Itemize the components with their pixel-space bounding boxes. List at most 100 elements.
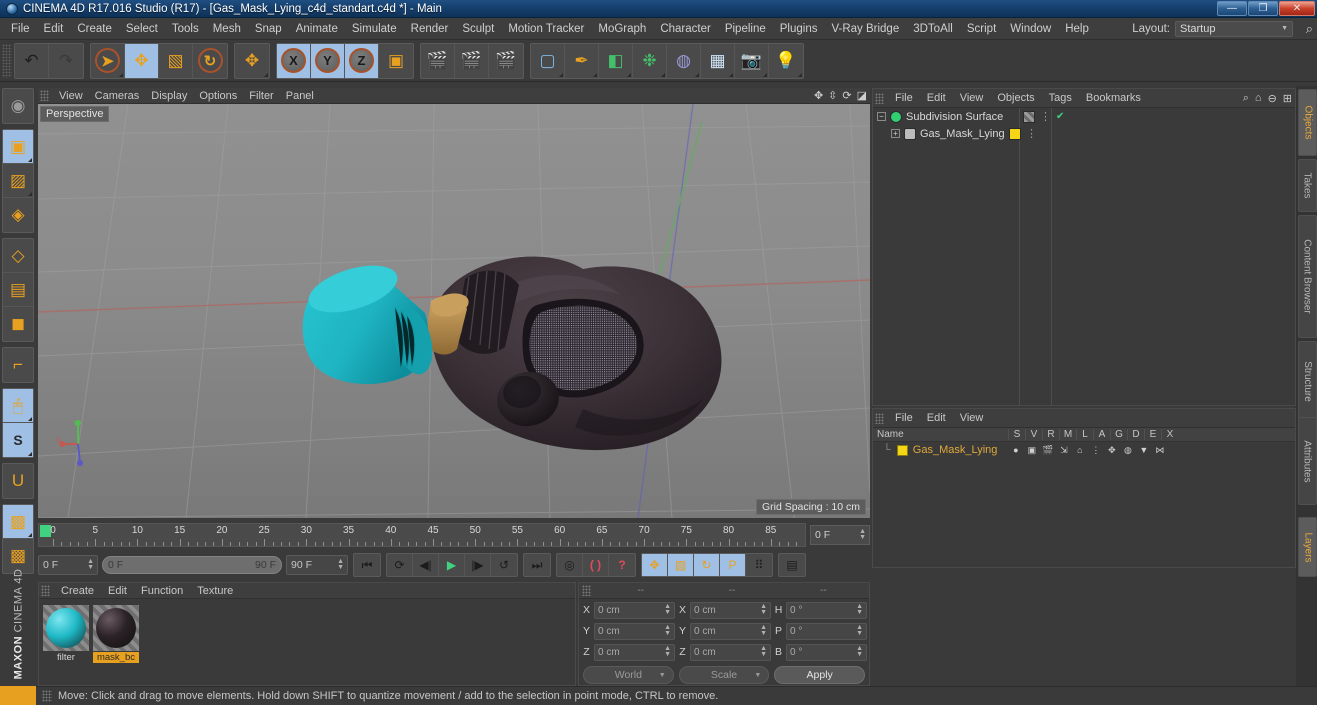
menu-character[interactable]: Character	[653, 21, 718, 37]
play-forward-button[interactable]: ▶	[439, 554, 465, 576]
material-menu-texture[interactable]: Texture	[190, 585, 240, 597]
render-region-button[interactable]: 🎬	[455, 43, 489, 78]
stepper-icon[interactable]: ▲ ▼	[664, 603, 671, 616]
menu-snap[interactable]: Snap	[248, 21, 289, 37]
object-row[interactable]: + Gas_Mask_Lying ⋮	[873, 125, 1295, 142]
timeline-frame-field[interactable]: 0 F ▲ ▼	[810, 525, 870, 545]
stepper-icon[interactable]: ▲ ▼	[87, 558, 94, 571]
point-mode-button[interactable]: ◇	[3, 239, 33, 273]
play-backward-button[interactable]: ⟳	[387, 554, 413, 576]
menu-script[interactable]: Script	[960, 21, 1003, 37]
display-tag-icon[interactable]	[1023, 110, 1035, 123]
material-tag-row[interactable]: └ Gas_Mask_Lying ● ▣ 🎬 ⇲ ⌂ ⋮ ✥ ◍ ▼ ⋈	[873, 442, 1295, 458]
coord-input-rotation-h[interactable]: 0 ° ▲ ▼	[786, 601, 867, 619]
viewport-menu-filter[interactable]: Filter	[243, 90, 279, 102]
workplane-lock-button[interactable]: ▩	[3, 505, 33, 539]
viewport-menu-cameras[interactable]: Cameras	[89, 90, 146, 102]
stepper-icon[interactable]: ▲ ▼	[859, 528, 866, 541]
coordinate-system-select[interactable]: World ▼	[583, 666, 674, 684]
object-menu-edit[interactable]: Edit	[920, 92, 953, 104]
menu-sculpt[interactable]: Sculpt	[455, 21, 501, 37]
viewport-grip[interactable]	[40, 90, 49, 101]
object-menu-objects[interactable]: Objects	[990, 92, 1041, 104]
viewport-menu-display[interactable]: Display	[145, 90, 193, 102]
stepper-icon[interactable]: ▲ ▼	[664, 624, 671, 637]
texture-mode-button[interactable]: ▨	[3, 164, 33, 198]
redo-button[interactable]: ↷	[49, 44, 83, 78]
add-spline-button[interactable]: ✒	[565, 43, 599, 78]
close-button[interactable]: ✕	[1279, 1, 1315, 16]
expander-icon[interactable]: +	[891, 129, 900, 138]
material-item[interactable]: mask_bc	[93, 605, 139, 663]
coord-input-position-x[interactable]: 0 cm ▲ ▼	[594, 601, 675, 619]
motion-icon[interactable]: ⇲	[1057, 444, 1070, 457]
scale-tool[interactable]: ▧	[159, 43, 193, 78]
menu-3dtoall[interactable]: 3DToAll	[906, 21, 960, 37]
apply-button[interactable]: Apply	[774, 666, 866, 684]
coordinate-mode-select[interactable]: Scale ▼	[678, 666, 770, 684]
coordinate-system-toggle[interactable]: ▣	[379, 44, 413, 78]
panel-grip[interactable]	[582, 585, 591, 596]
preview-range-slider[interactable]: 0 F 90 F	[102, 556, 282, 574]
material-item[interactable]: filter	[43, 605, 89, 663]
axis-mode-button[interactable]: ⌐	[3, 348, 33, 382]
lock-x-axis[interactable]: X	[277, 43, 311, 78]
material-menu-edit[interactable]: Edit	[101, 585, 134, 597]
enabled-check-icon[interactable]: ✔	[1056, 111, 1064, 122]
object-menu-file[interactable]: File	[888, 92, 920, 104]
layout-select[interactable]: Startup ▼	[1175, 20, 1293, 37]
menu-simulate[interactable]: Simulate	[345, 21, 404, 37]
visibility-dots-icon[interactable]: ⋮	[1026, 127, 1037, 140]
menu-file[interactable]: File	[4, 21, 37, 37]
light-icon[interactable]: ⌂	[1073, 444, 1086, 457]
dot-icon[interactable]: ●	[1009, 444, 1022, 457]
viewport-menu-view[interactable]: View	[53, 90, 89, 102]
snap-magnet-button[interactable]: U	[3, 464, 33, 498]
stepper-icon[interactable]: ▲ ▼	[856, 624, 863, 637]
render-settings-button[interactable]: 🎬	[489, 44, 523, 78]
tab-content-browser[interactable]: Content Browser	[1298, 215, 1317, 338]
gi-icon[interactable]: ◍	[1121, 444, 1134, 457]
viewport-3d[interactable]: Perspective Grid Spacing : 10 cm Y X	[38, 104, 870, 518]
material-swatch[interactable]	[896, 444, 908, 456]
timeline-ruler[interactable]: 051015202530354045505560657075808590	[38, 523, 806, 547]
minus-icon[interactable]: ⊖	[1268, 92, 1277, 105]
menu-create[interactable]: Create	[70, 21, 119, 37]
key-pla-button[interactable]: ⠿	[746, 554, 772, 576]
material-menu-function[interactable]: Function	[134, 585, 190, 597]
panel-grip[interactable]	[875, 92, 884, 104]
add-environment-button[interactable]: ▦	[701, 43, 735, 78]
coord-input-rotation-p[interactable]: 0 ° ▲ ▼	[786, 622, 867, 640]
add-cube-button[interactable]: ▢	[531, 43, 565, 78]
coord-input-size-z[interactable]: 0 cm ▲ ▼	[690, 643, 771, 661]
polygon-mode-button[interactable]: ◼	[3, 307, 33, 341]
key-rotation-button[interactable]: ↻	[694, 554, 720, 576]
autokeying-button[interactable]: ( )	[583, 554, 609, 576]
object-menu-view[interactable]: View	[953, 92, 991, 104]
stepper-icon[interactable]: ▲ ▼	[664, 645, 671, 658]
material-tag-menu-file[interactable]: File	[888, 412, 920, 424]
maximize-icon[interactable]: ◪	[857, 89, 867, 102]
restore-button[interactable]: ❐	[1248, 1, 1278, 16]
key-parameter-button[interactable]: P	[720, 554, 746, 576]
panel-grip[interactable]	[41, 585, 50, 596]
undo-button[interactable]: ↶	[15, 43, 49, 78]
menu-motion-tracker[interactable]: Motion Tracker	[501, 21, 591, 37]
coord-input-position-z[interactable]: 0 cm ▲ ▼	[594, 643, 675, 661]
record-active-objects-button[interactable]: ◎	[557, 554, 583, 576]
go-to-start-button[interactable]: ⏮	[354, 554, 380, 576]
end-frame-input[interactable]: 90 F ▲ ▼	[286, 555, 348, 575]
tab-layers[interactable]: Layers	[1298, 517, 1317, 577]
tab-attributes[interactable]: Attributes	[1298, 417, 1317, 505]
go-to-end-button[interactable]: ⏭	[524, 554, 550, 576]
previous-frame-button[interactable]: ◀|	[413, 554, 439, 576]
xref-icon[interactable]: ⋈	[1153, 444, 1166, 457]
keyframe-selection-button[interactable]: ?	[609, 554, 635, 576]
pan-icon[interactable]: ✥	[814, 89, 823, 102]
add-deformer-button[interactable]: ◍	[667, 43, 701, 78]
coord-input-size-x[interactable]: 0 cm ▲ ▼	[690, 601, 771, 619]
add-light-button[interactable]: 💡	[769, 44, 803, 78]
lock-z-axis[interactable]: Z	[345, 43, 379, 78]
material-tag-icon[interactable]	[1009, 127, 1021, 140]
search-icon[interactable]: ⌕	[1243, 92, 1249, 105]
